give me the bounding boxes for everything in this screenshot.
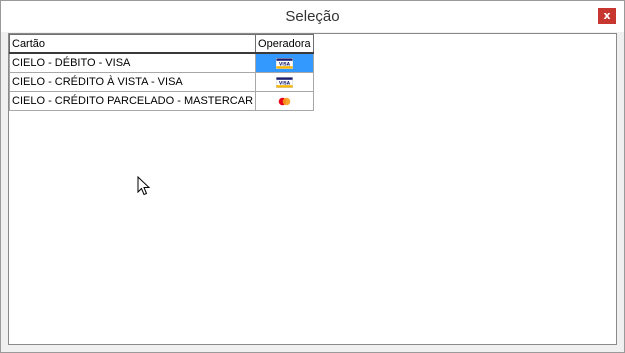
cartao-cell[interactable]: CIELO - CRÉDITO À VISTA - VISA [8,72,257,92]
operadora-cell[interactable] [255,91,314,111]
mastercard-icon [275,95,293,107]
table-row[interactable]: CIELO - CRÉDITO PARCELADO - MASTERCAR [8,91,314,111]
cards-table: Cartão Operadora CIELO - DÉBITO - VISA V… [8,34,314,111]
cartao-cell[interactable]: CIELO - CRÉDITO PARCELADO - MASTERCAR [8,91,257,111]
grid-panel: Cartão Operadora CIELO - DÉBITO - VISA V… [8,33,617,345]
visa-logo-text: VISA [279,80,291,85]
cartao-cell[interactable]: CIELO - DÉBITO - VISA [8,52,257,73]
column-header-cartao[interactable]: Cartão [8,34,257,54]
column-header-operadora[interactable]: Operadora [255,34,314,54]
operadora-cell[interactable]: VISA [255,72,314,92]
table-row[interactable]: CIELO - DÉBITO - VISA VISA [8,52,314,73]
window-title: Seleção [285,8,340,25]
operadora-cell[interactable]: VISA [255,52,314,73]
table-row[interactable]: CIELO - CRÉDITO À VISTA - VISA VISA [8,72,314,92]
mouse-pointer-icon [137,176,151,196]
visa-icon: VISA [275,57,293,69]
selection-dialog: Seleção x Cartão Operadora CIELO - DÉBIT… [0,0,625,353]
visa-logo-text: VISA [279,61,291,66]
close-button[interactable]: x [598,8,616,24]
table-header-row: Cartão Operadora [8,34,314,54]
visa-icon: VISA [275,76,293,88]
title-bar[interactable]: Seleção x [1,1,624,32]
